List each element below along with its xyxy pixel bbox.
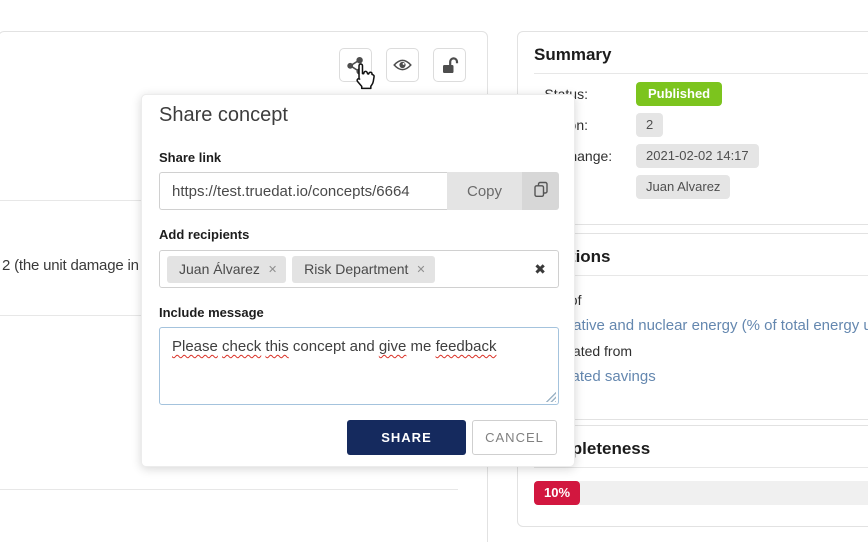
summary-row: Version:2 [532,113,868,137]
copy-icon [533,181,549,201]
completeness-progress-bar: 10% [534,481,868,505]
message-word: this [265,338,288,355]
status-badge: Published [636,82,722,106]
relation-type-label: Calculated from [534,343,868,359]
concept-toolbar [339,48,466,82]
page: 2 (the unit damage in 20 [0,0,868,542]
remove-chip-icon[interactable]: ✕ [416,263,425,276]
relation-type-label: Child of [534,292,868,308]
summary-title: Summary [518,32,868,73]
eye-icon [393,58,412,72]
message-word: give [379,338,407,355]
completeness-percent-badge: 10% [534,481,580,505]
copy-button[interactable]: Copy [447,172,522,210]
message-word: and [350,338,375,355]
section-divider [0,489,458,490]
recipient-chip-label: Juan Álvarez [179,261,260,277]
share-link-input[interactable] [159,172,447,210]
recipient-chip-label: Risk Department [304,261,408,277]
add-recipients-label: Add recipients [159,227,249,242]
summary-row: Last change:2021-02-02 14:17 [532,144,868,168]
recipient-chip: Juan Álvarez ✕ [167,256,286,283]
recipient-chip: Risk Department ✕ [292,256,434,283]
share-submit-button[interactable]: SHARE [347,420,466,455]
value-badge: Juan Alvarez [636,175,730,199]
cancel-button[interactable]: CANCEL [472,420,557,455]
recipients-input[interactable]: Juan Álvarez ✕ Risk Department ✕ ✖ [159,250,559,288]
preview-button[interactable] [386,48,419,82]
message-textarea[interactable]: Please check this concept and give me fe… [159,327,559,405]
recipient-chips: Juan Álvarez ✕ Risk Department ✕ [167,256,441,283]
message-word: feedback [436,338,497,355]
summary-row: Status:Published [532,82,868,106]
message-word: Please [172,338,218,355]
concept-description-text: 2 (the unit damage in 20 [2,257,159,274]
copy-icon-button[interactable] [522,172,559,210]
share-link-group: Copy [159,172,559,210]
resize-handle[interactable] [545,391,556,402]
include-message-label: Include message [159,305,264,320]
share-concept-modal: Share concept Share link Copy Add recipi… [141,94,575,467]
message-text: Please check this concept and give me fe… [172,338,496,355]
value-badge: 2 [636,113,663,137]
share-button[interactable] [339,48,372,82]
unlock-icon [441,56,459,74]
share-icon [346,56,365,75]
message-word: me [411,338,432,355]
remove-chip-icon[interactable]: ✕ [268,263,277,276]
share-link-label: Share link [159,150,221,165]
value-badge: 2021-02-02 14:17 [636,144,759,168]
modal-actions: SHARE CANCEL [347,420,557,455]
clear-recipients-icon[interactable]: ✖ [534,261,546,278]
unlock-button[interactable] [433,48,466,82]
summary-row: Juan Alvarez [532,175,868,199]
relation-link[interactable]: Estimated savings [534,368,868,385]
message-word: check [222,338,261,355]
divider [534,467,868,468]
message-word: concept [293,338,346,355]
modal-title: Share concept [159,104,288,127]
relation-link[interactable]: Alternative and nuclear energy (% of tot… [534,317,868,334]
